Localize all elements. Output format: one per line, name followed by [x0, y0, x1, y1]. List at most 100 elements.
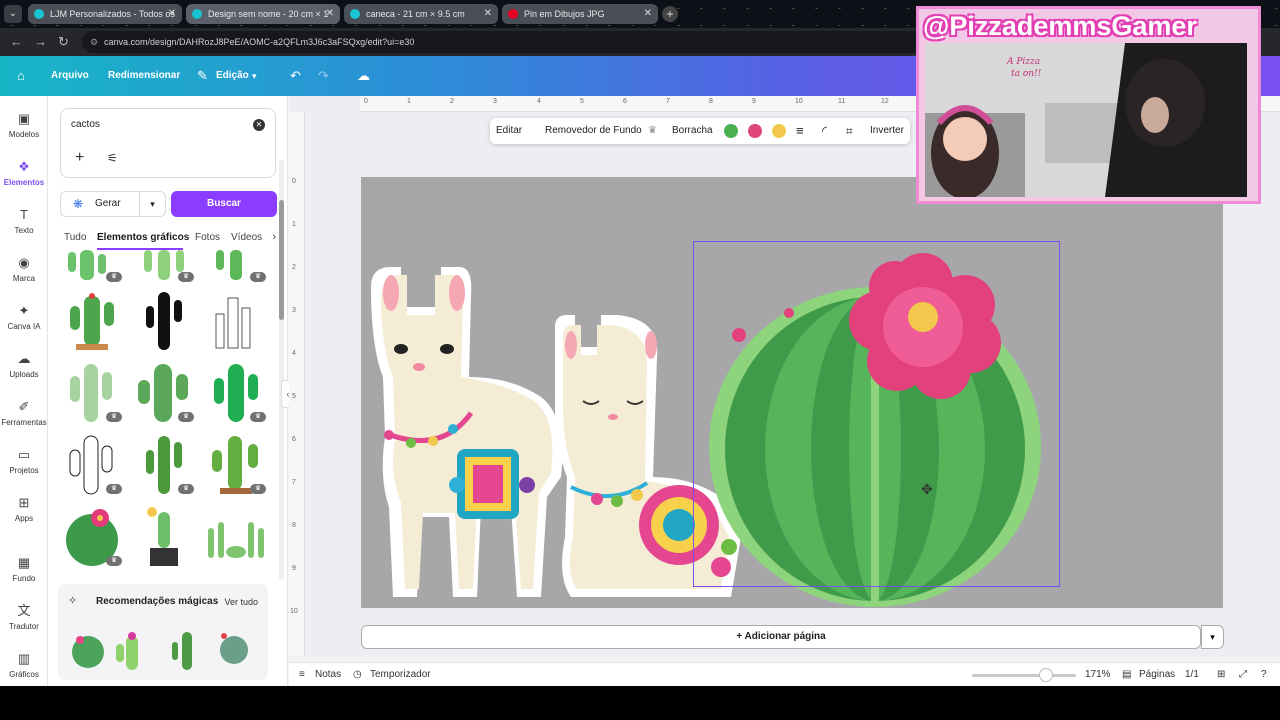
pages-icon[interactable]: ▤: [1122, 663, 1131, 687]
gerar-button[interactable]: ❋ Gerar ▾: [60, 191, 166, 217]
color-swatch-yellow[interactable]: [772, 124, 786, 138]
rail-item-canva-ia[interactable]: ✦ Canva IA: [0, 302, 48, 331]
close-tab-icon[interactable]: ✕: [326, 4, 334, 24]
crop-icon[interactable]: ⌗: [846, 118, 853, 144]
undo-icon[interactable]: ↶: [290, 68, 301, 84]
rail-item-graficos[interactable]: ▥ Gráficos: [0, 650, 48, 679]
premium-crown-icon: ♛: [178, 272, 194, 282]
url-field[interactable]: ⚙ canva.com/design/DAHRozJ8PeE/AOMC-a2QF…: [82, 31, 942, 53]
add-page-button[interactable]: + Adicionar página: [361, 625, 1201, 649]
inverter-button[interactable]: Inverter: [870, 118, 904, 144]
remover-fundo-button[interactable]: Removedor de Fundo: [545, 118, 642, 144]
cactus-thumb[interactable]: ♛: [60, 432, 124, 496]
new-tab-button[interactable]: +: [662, 6, 678, 22]
chevron-down-icon[interactable]: ▾: [139, 192, 165, 216]
search-input[interactable]: cactos: [71, 119, 100, 130]
close-tab-icon[interactable]: ✕: [484, 4, 492, 24]
browser-tab-pinterest[interactable]: Pin em Dibujos JPG ✕: [502, 4, 658, 24]
rail-item-marca[interactable]: ◉ Marca: [0, 254, 48, 283]
cactus-thumb[interactable]: [204, 288, 268, 352]
tab-search-icon[interactable]: ⌄: [4, 5, 22, 23]
reload-icon[interactable]: ↻: [58, 35, 69, 49]
cactus-thumb[interactable]: [132, 288, 196, 352]
rail-item-elementos[interactable]: ❖ Elementos: [0, 158, 48, 187]
rail-item-ferramentas[interactable]: ✐ Ferramentas: [0, 398, 48, 427]
back-icon[interactable]: ←: [10, 35, 23, 49]
cactus-thumb[interactable]: ♛: [60, 250, 124, 284]
cactus-thumb[interactable]: ♛: [204, 432, 268, 496]
clear-search-icon[interactable]: ✕: [253, 119, 265, 131]
forward-icon[interactable]: →: [34, 35, 47, 49]
chevron-right-icon[interactable]: ›: [272, 231, 276, 243]
grid-view-icon[interactable]: ⊞: [1217, 663, 1225, 687]
close-tab-icon[interactable]: ✕: [168, 4, 176, 24]
tab-tudo[interactable]: Tudo: [64, 232, 86, 243]
cactus-thumb[interactable]: ♛: [132, 360, 196, 424]
cactus-thumb[interactable]: ♛: [204, 360, 268, 424]
help-icon[interactable]: ?: [1261, 663, 1267, 687]
cactus-thumb[interactable]: ♛: [132, 250, 196, 284]
borracha-button[interactable]: Borracha: [672, 118, 713, 144]
cactus-thumb[interactable]: ♛: [60, 360, 124, 424]
zoom-slider[interactable]: [972, 674, 1076, 677]
redimensionar-menu[interactable]: Redimensionar: [108, 56, 180, 96]
border-style-icon[interactable]: ≡: [796, 118, 804, 144]
browser-tab-ljm[interactable]: LJM Personalizados - Todos os ✕: [28, 4, 182, 24]
color-swatch-green[interactable]: [724, 124, 738, 138]
left-rail: ▣ Modelos ❖ Elementos T Texto ◉ Marca ✦ …: [0, 96, 48, 686]
rail-item-fundo[interactable]: ▦ Fundo: [0, 554, 48, 583]
edicao-menu[interactable]: Edição: [216, 56, 249, 96]
color-swatch-pink[interactable]: [748, 124, 762, 138]
ver-tudo-link[interactable]: Ver tudo: [224, 597, 258, 607]
cloud-saved-icon[interactable]: ☁: [357, 68, 370, 84]
arquivo-menu[interactable]: Arquivo: [51, 56, 89, 96]
panel-scrollbar[interactable]: [279, 160, 284, 580]
rail-item-apps[interactable]: ⊞ Apps: [0, 494, 48, 523]
tab-fotos[interactable]: Fotos: [195, 232, 220, 243]
rail-item-modelos[interactable]: ▣ Modelos: [0, 110, 48, 139]
rail-item-projetos[interactable]: ▭ Projetos: [0, 446, 48, 475]
cactus-thumb[interactable]: [132, 504, 196, 568]
notas-button[interactable]: Notas: [315, 663, 341, 687]
selection-box[interactable]: [693, 241, 1060, 587]
cactus-results-grid: ♛ ♛ ♛ ♛ ♛ ♛ ♛ ♛ ♛ ♛: [60, 250, 280, 574]
cactus-thumb[interactable]: [204, 504, 268, 568]
notes-icon[interactable]: ≡: [299, 663, 305, 687]
browser-tab-design[interactable]: Design sem nome - 20 cm × 1 ✕: [186, 4, 340, 24]
home-icon[interactable]: ⌂: [17, 68, 25, 84]
close-tab-icon[interactable]: ✕: [644, 4, 652, 24]
magic-recommendations: ✧ Recomendações mágicas Ver tudo: [58, 584, 268, 680]
rail-item-uploads[interactable]: ☁ Uploads: [0, 350, 48, 379]
temporizador-button[interactable]: Temporizador: [370, 663, 431, 687]
vertical-ruler: 0 1 2 3 4 5 6 7 8 9 10: [289, 112, 305, 656]
fullscreen-icon[interactable]: ⤢: [1239, 663, 1247, 687]
cactus-thumb[interactable]: ♛: [204, 250, 268, 284]
rail-item-texto[interactable]: T Texto: [0, 206, 48, 235]
buscar-button[interactable]: Buscar: [171, 191, 277, 217]
cactus-thumb[interactable]: [60, 288, 124, 352]
filter-icon[interactable]: ⚟: [107, 151, 118, 165]
rail-item-tradutor[interactable]: 文 Tradutor: [0, 602, 48, 631]
magic-thumbs[interactable]: [66, 626, 266, 672]
timer-icon[interactable]: ◷: [353, 663, 362, 687]
editar-button[interactable]: Editar: [496, 118, 522, 144]
corner-rounding-icon[interactable]: ◜: [822, 118, 827, 144]
chevron-down-icon[interactable]: ▾: [1201, 625, 1224, 649]
browser-tab-caneca[interactable]: caneca - 21 cm × 9.5 cm ✕: [344, 4, 498, 24]
add-icon[interactable]: +: [75, 149, 84, 167]
panel-tabs: Tudo Elementos gráficos Fotos Vídeos ›: [60, 226, 276, 250]
redo-icon[interactable]: ↷: [318, 68, 329, 84]
tab-videos[interactable]: Vídeos: [231, 232, 262, 243]
cactus-thumb[interactable]: ♛: [60, 504, 124, 568]
scrollbar-thumb[interactable]: [279, 200, 284, 320]
upload-icon: ☁: [17, 351, 31, 366]
zoom-slider-knob[interactable]: [1038, 668, 1053, 682]
llama-standing-graphic: [371, 267, 563, 597]
zoom-level[interactable]: 171%: [1085, 663, 1111, 687]
search-box[interactable]: cactos ✕ + ⚟: [60, 108, 276, 178]
cactus-thumb[interactable]: ♛: [132, 432, 196, 496]
paginas-button[interactable]: Páginas: [1139, 663, 1175, 687]
canva-favicon-icon: [192, 9, 202, 19]
chevron-down-icon[interactable]: ▾: [252, 68, 257, 84]
tab-elementos-graficos[interactable]: Elementos gráficos: [97, 232, 189, 243]
